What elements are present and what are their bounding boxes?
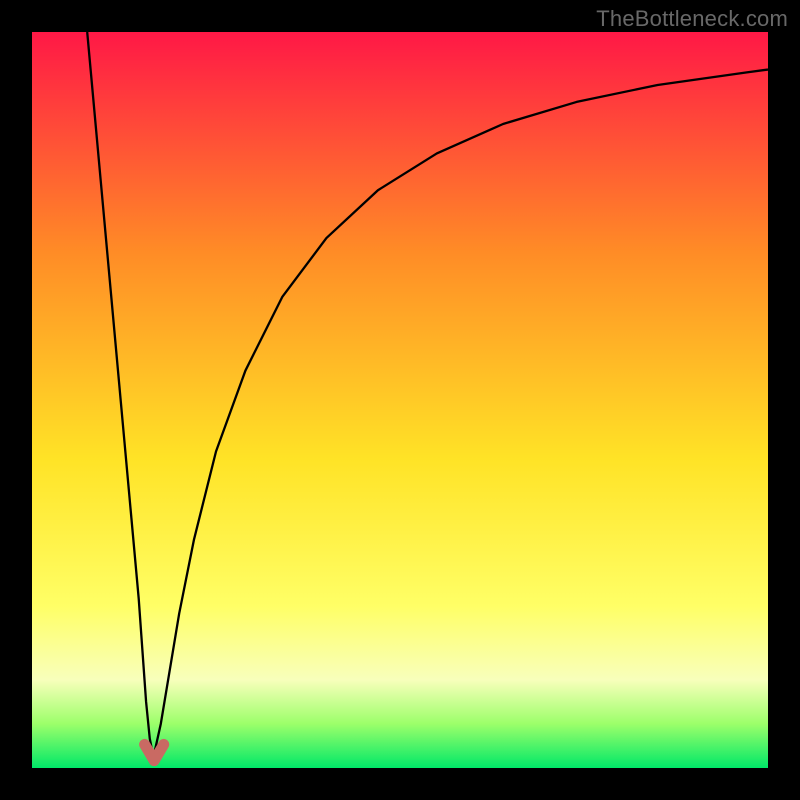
watermark-text: TheBottleneck.com — [596, 6, 788, 32]
bottleneck-chart — [32, 32, 768, 768]
chart-frame — [32, 32, 768, 768]
